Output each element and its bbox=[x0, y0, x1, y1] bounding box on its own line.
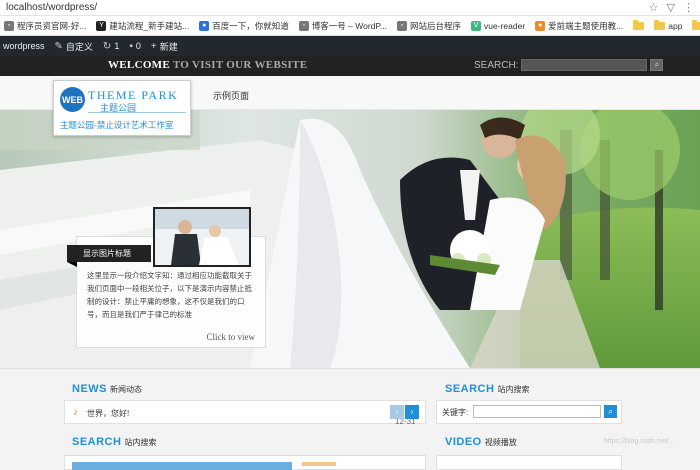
page-icon: ▫ bbox=[4, 20, 14, 31]
admin-customize-link[interactable]: ✎ 自定义 bbox=[52, 40, 100, 53]
page-icon: ▫ bbox=[298, 20, 309, 31]
menu-icon[interactable]: ⋮ bbox=[683, 1, 694, 14]
refresh-icon: ↻ bbox=[102, 40, 112, 52]
header-search-label: SEARCH: bbox=[474, 59, 519, 71]
bookmark-label: 程序员资官网-好... bbox=[17, 20, 87, 31]
bookmarks-bar: ▫ 程序员资官网-好... Y 建站流程_新手建站... ● 百度一下，你就知道 ▫ 博客一号… bbox=[0, 16, 700, 36]
page-icon: ▫ bbox=[397, 20, 408, 31]
video-heading: VIDEO 视频播放 bbox=[445, 436, 517, 448]
browser-url-bar[interactable]: localhost/wordpress/ ☆ ▽ ⋮ bbox=[0, 0, 700, 16]
watermark-text: https://blog.csdn.net/... bbox=[604, 438, 675, 445]
news-heading: NEWS 新闻动态 bbox=[72, 383, 142, 395]
search-icon[interactable]: ⌕ bbox=[604, 405, 617, 418]
header-search-input[interactable] bbox=[521, 59, 648, 71]
caption-text: 这里显示一段介绍文字知：通过相应功能截取关于我们页面中一段相关位子，以下是演示内… bbox=[87, 271, 252, 319]
click-to-view-link[interactable]: Click to view bbox=[207, 332, 256, 342]
video-panel bbox=[436, 455, 622, 470]
filter-icon[interactable]: ▽ bbox=[667, 1, 675, 14]
bookmark-label: vue-reader bbox=[484, 20, 526, 31]
news-item-title[interactable]: 世界，您好! bbox=[87, 408, 129, 419]
web-badge-icon: WEB bbox=[60, 87, 85, 112]
paw-icon: ● bbox=[199, 20, 210, 31]
logo-tagline: 主题公园-禁止设计艺术工作室 bbox=[60, 120, 174, 130]
bookmark-label: 爱前端主题使用教... bbox=[548, 20, 624, 31]
bookmark-item[interactable]: ● 爱前端主题使用教... bbox=[531, 20, 629, 32]
site-logo[interactable]: WEB THEME PARK 主题公园 主题公园-禁止设计艺术工作室 bbox=[53, 80, 191, 136]
bookmark-item[interactable]: app bbox=[650, 19, 688, 31]
search2-image bbox=[72, 462, 292, 470]
next-arrow-icon[interactable]: › bbox=[405, 405, 419, 419]
hero-thumbnail[interactable] bbox=[153, 207, 251, 267]
url-text[interactable]: localhost/wordpress/ bbox=[6, 2, 97, 13]
bookmark-label: 建站流程_新手建站... bbox=[109, 20, 190, 31]
vue-icon: V bbox=[471, 20, 482, 31]
bookmark-item[interactable]: ▫ 程序员资官网-好... bbox=[0, 20, 92, 32]
hero-banner: 显示图片标题 这里显示一段介绍文字知：通过相应功能截取关于我们页面中一段相关位子… bbox=[0, 110, 700, 368]
bookmark-item[interactable]: Y 建站流程_新手建站... bbox=[92, 20, 195, 32]
caption-title: 显示图片标题 bbox=[67, 245, 151, 262]
comment-icon: ▪ bbox=[129, 40, 133, 52]
folder-icon bbox=[692, 19, 700, 30]
bookmark-label: 网站后台程序 bbox=[410, 20, 462, 31]
welcome-text: WELCOME TO VISIT OUR WEBSITE bbox=[108, 59, 308, 71]
wp-admin-bar: wordpress ✎ 自定义 ↻ 1 ▪ 0 + 新建 bbox=[0, 36, 700, 56]
bookmark-label: 百度一下，你就知道 bbox=[212, 20, 289, 31]
search2-heading: SEARCH 站内搜索 bbox=[72, 436, 157, 448]
admin-new-link[interactable]: + 新建 bbox=[148, 40, 185, 53]
bookmark-item[interactable] bbox=[629, 19, 650, 30]
bookmark-item[interactable]: ▫ 博客一号 – WordP... bbox=[295, 20, 393, 32]
thumbnail-image bbox=[155, 209, 249, 265]
brush-icon: ✎ bbox=[54, 40, 63, 52]
bookmark-item[interactable]: Vvue-reader bbox=[467, 20, 531, 31]
prev-arrow-icon[interactable]: ‹ bbox=[390, 405, 404, 419]
plus-icon: + bbox=[150, 40, 157, 52]
nav-item-sample-page[interactable]: 示例页面 bbox=[213, 89, 249, 102]
bookmark-item[interactable]: github bbox=[688, 19, 700, 31]
search2-text-line bbox=[302, 462, 336, 466]
logo-divider bbox=[88, 112, 186, 113]
microphone-icon: ♪ bbox=[73, 407, 78, 418]
search-icon[interactable]: ⌕ bbox=[650, 59, 664, 71]
admin-site-link[interactable]: wordpress bbox=[0, 41, 52, 51]
bookmark-item[interactable]: ▫ 网站后台程序 bbox=[393, 20, 467, 32]
bookmark-label: 博客一号 – WordP... bbox=[311, 20, 388, 31]
star-icon[interactable]: ☆ bbox=[649, 1, 659, 14]
caption-fold bbox=[67, 262, 77, 267]
bookmark-label: app bbox=[668, 20, 683, 31]
folder-icon bbox=[633, 19, 645, 30]
folder-icon bbox=[654, 19, 666, 30]
keyword-input[interactable] bbox=[473, 405, 601, 418]
circle-icon: ● bbox=[535, 20, 546, 31]
header-search: SEARCH: ⌕ bbox=[474, 59, 664, 71]
keyword-label: 关键字: bbox=[442, 408, 469, 417]
site-top-strip: WELCOME TO VISIT OUR WEBSITE SEARCH: ⌕ bbox=[0, 56, 700, 76]
y-logo-icon: Y bbox=[96, 20, 107, 31]
side-search-heading: SEARCH 站内搜索 bbox=[445, 383, 530, 395]
admin-comments-link[interactable]: ▪ 0 bbox=[126, 41, 148, 52]
news-item[interactable]: ♪ 世界，您好! 2019-12-31 bbox=[64, 400, 426, 426]
bookmark-item[interactable]: ● 百度一下，你就知道 bbox=[195, 20, 295, 32]
admin-updates-link[interactable]: ↻ 1 bbox=[100, 41, 126, 52]
